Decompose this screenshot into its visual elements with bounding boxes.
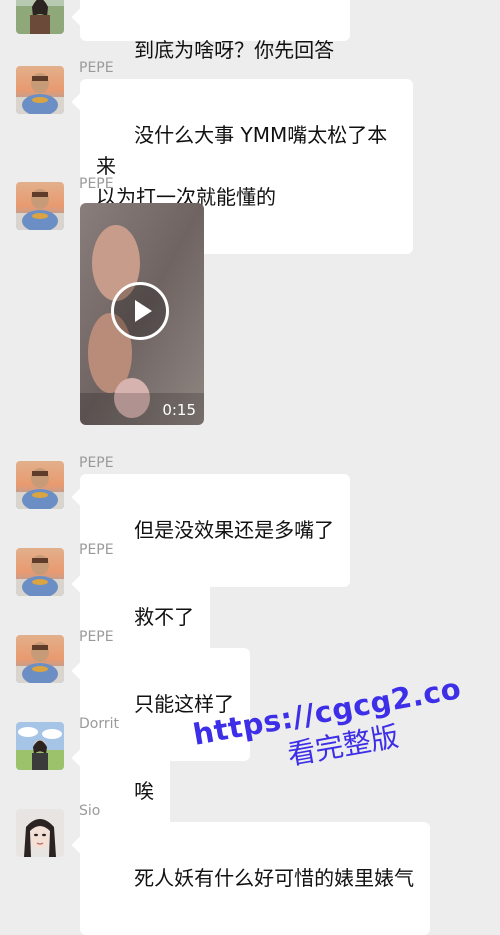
message-text: 死人妖有什么好可惜的婊里婊气 (134, 866, 415, 890)
pepe-avatar-icon[interactable] (16, 548, 64, 596)
chat-message: PEPE 没什么大事 YMM嘴太松了本来 以为打一次就能懂的 (0, 60, 500, 254)
chat-message: PEPE 救不了 (0, 542, 500, 674)
message-bubble[interactable]: 到底为啥呀？你先回答 (80, 0, 351, 62)
sio-avatar-icon[interactable] (16, 809, 64, 857)
message-bubble[interactable]: 死人妖有什么好可惜的婊里婊气 (80, 822, 431, 935)
chat-message-list[interactable]: 到底为啥呀？你先回答 PEPE 没什么大事 YMM嘴太松了本来 以为打一次就能懂… (0, 0, 500, 935)
pepe-avatar-icon[interactable] (16, 635, 64, 683)
dorrit-avatar-icon[interactable] (16, 722, 64, 770)
chat-message: Dorrit 唉 (0, 716, 500, 848)
message-text: 但是没效果还是多嘴了 (134, 518, 335, 542)
sender-name: PEPE (79, 455, 114, 471)
video-message[interactable]: 0:15 (80, 203, 204, 425)
pepe-avatar-icon[interactable] (16, 182, 64, 230)
message-text: 救不了 (134, 605, 195, 629)
pepe-avatar-icon[interactable] (16, 66, 64, 114)
sender-name: PEPE (79, 629, 114, 645)
chat-message: PEPE 只能这样了 (0, 629, 500, 761)
message-text: 只能这样了 (134, 692, 235, 716)
landscape-girl-avatar-icon[interactable] (16, 0, 64, 34)
play-icon[interactable] (111, 282, 169, 340)
chat-message: PEPE 但是没效果还是多嘴了 (0, 455, 500, 587)
chat-message: PEPE 0:15 (0, 176, 500, 426)
message-text: 唉 (134, 779, 155, 803)
sender-name: Sio (79, 803, 101, 819)
sender-name: PEPE (79, 542, 114, 558)
sender-name: PEPE (79, 60, 114, 76)
sender-name: Dorrit (79, 716, 119, 732)
chat-message: Sio 死人妖有什么好可惜的婊里婊气 (0, 803, 500, 935)
sender-name: PEPE (79, 176, 114, 192)
message-text: 到底为啥呀？你先回答 (134, 38, 335, 62)
video-duration: 0:15 (162, 401, 196, 419)
chat-message: 到底为啥呀？你先回答 (0, 0, 500, 62)
pepe-avatar-icon[interactable] (16, 461, 64, 509)
